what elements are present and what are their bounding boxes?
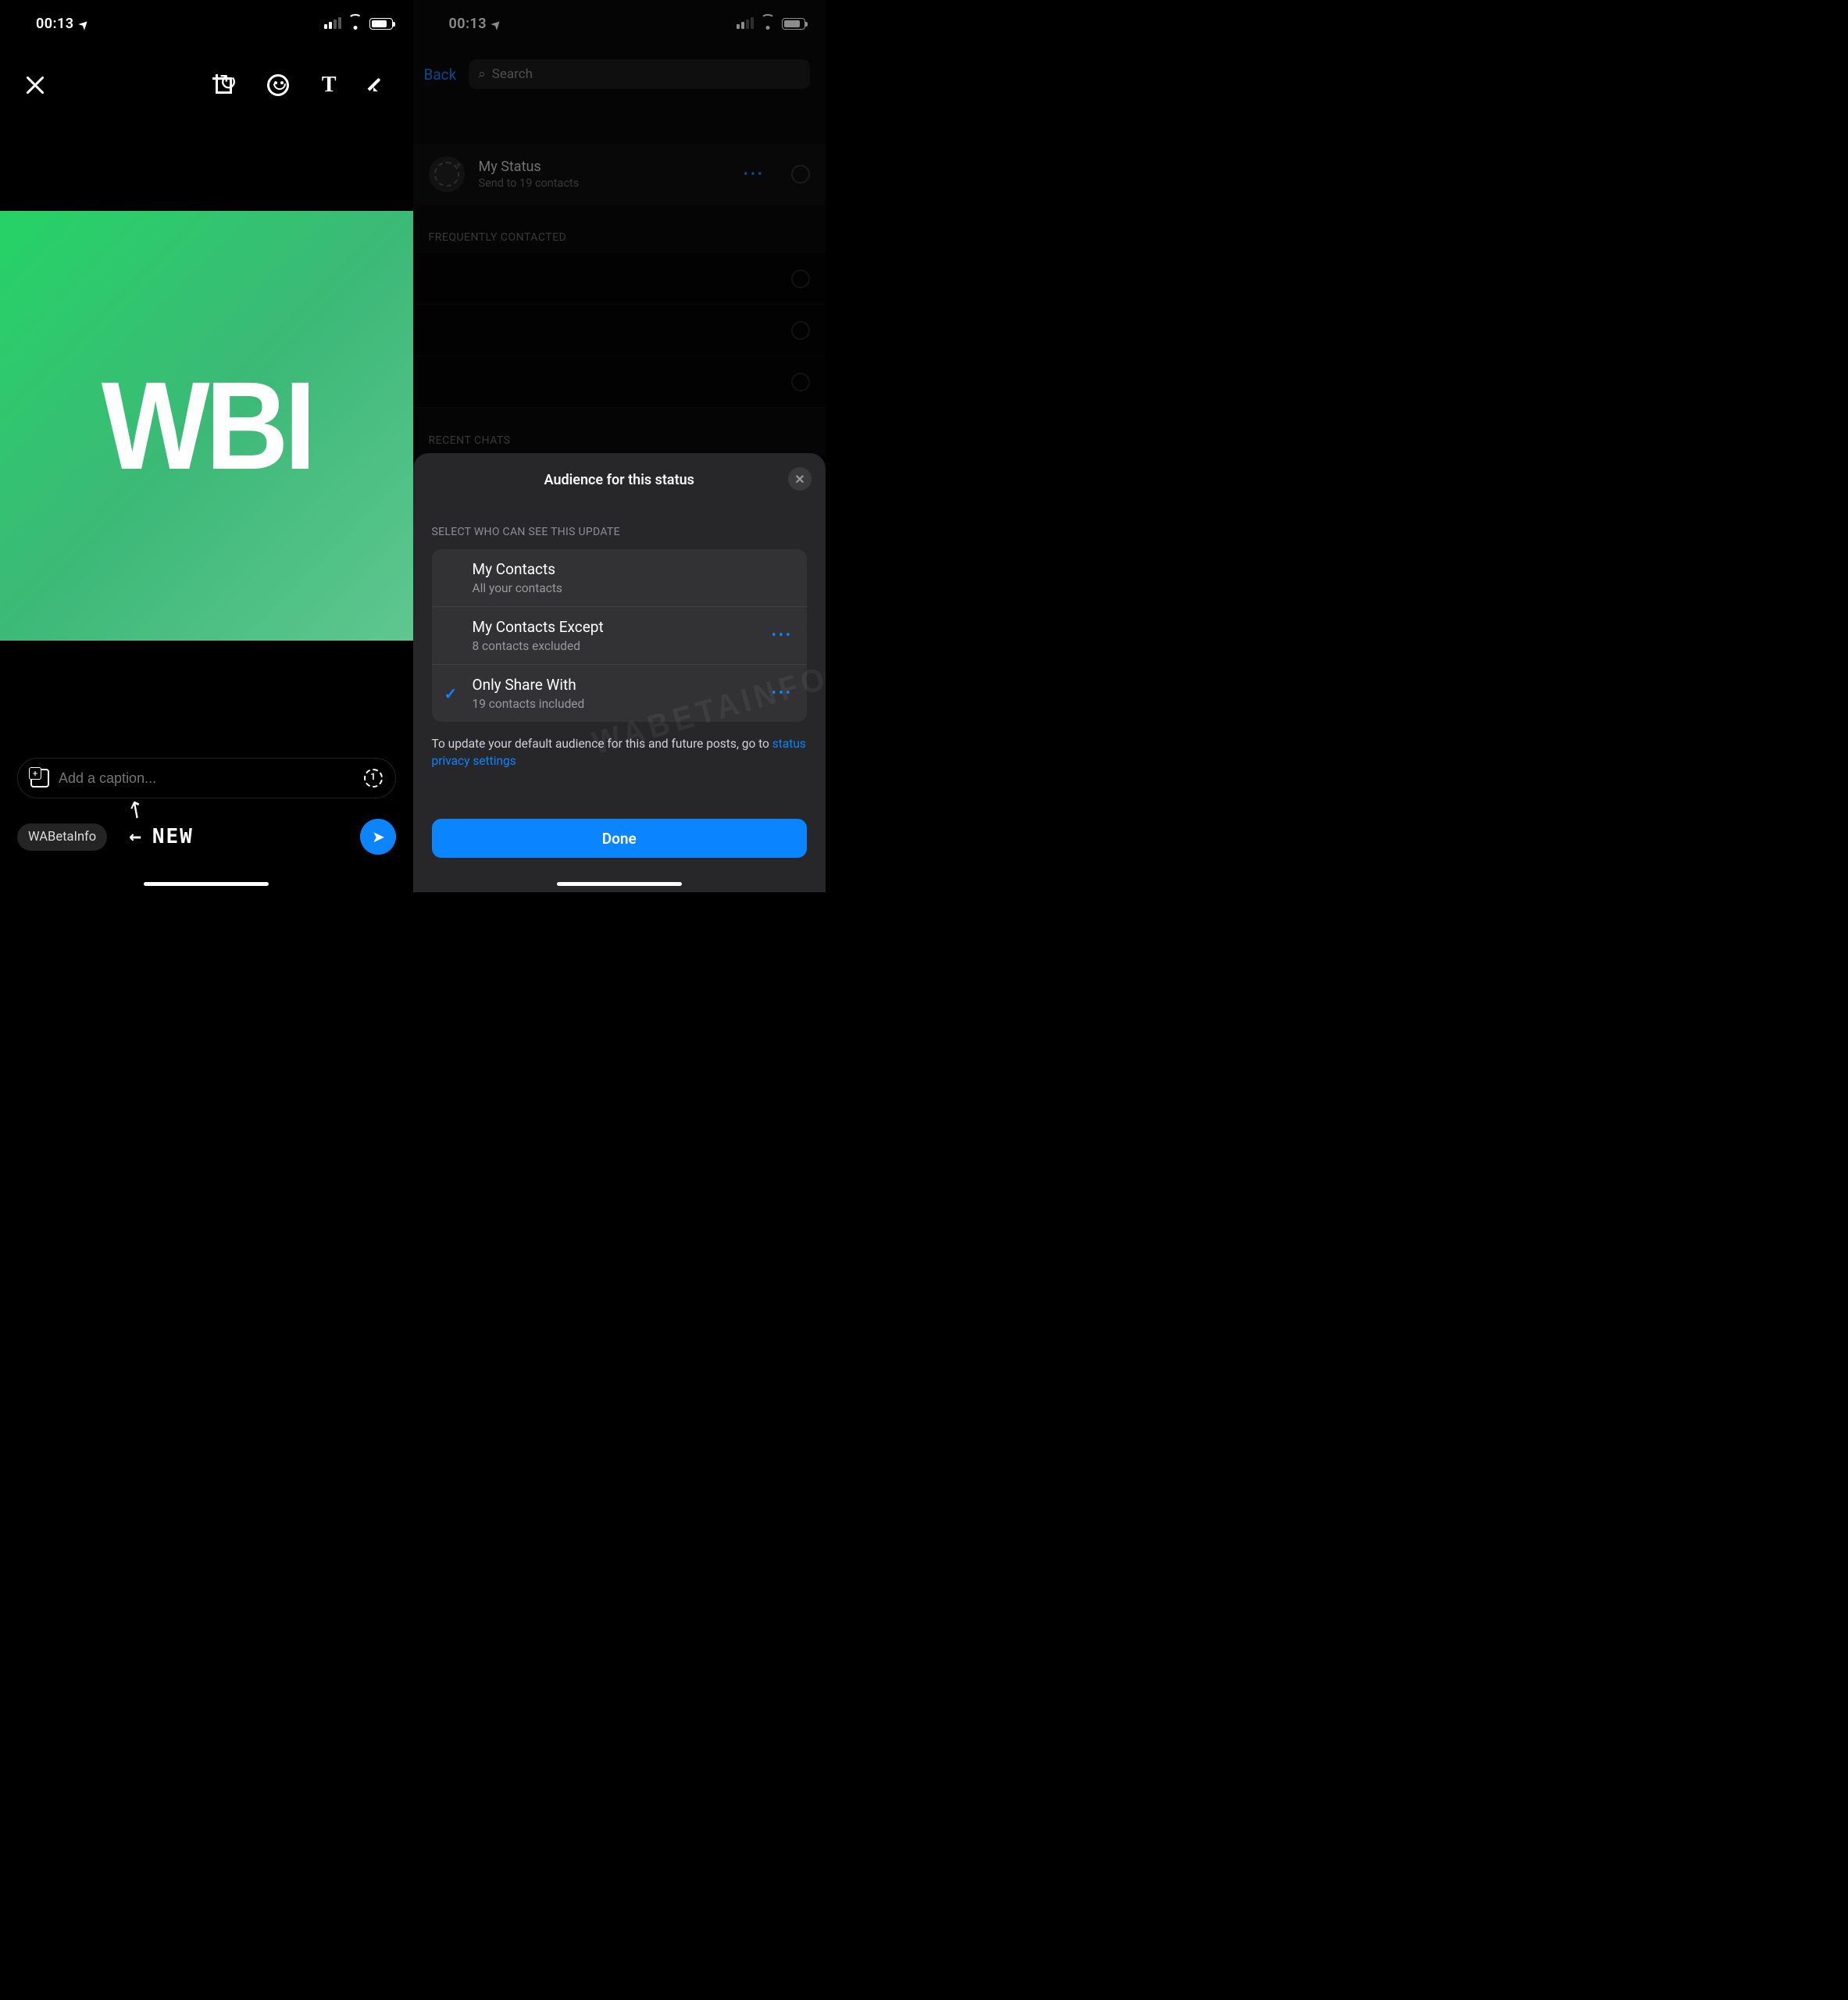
done-button[interactable]: Done: [432, 819, 808, 858]
annotation-arrow-icon: [128, 798, 144, 820]
close-icon[interactable]: ✕: [788, 467, 812, 491]
cellular-icon: [324, 18, 341, 29]
sheet-section-label: SELECT WHO CAN SEE THIS UPDATE: [432, 526, 808, 538]
caption-bar[interactable]: [17, 758, 396, 798]
option-my-contacts-except[interactable]: My Contacts Except 8 contacts excluded •…: [432, 607, 808, 665]
status-bar: 00:13: [0, 0, 413, 36]
time: 00:13: [36, 16, 74, 32]
battery-icon: [369, 18, 393, 30]
crop-rotate-icon[interactable]: ↻: [212, 74, 234, 96]
send-button[interactable]: [360, 819, 396, 855]
audience-chip[interactable]: WABetaInfo: [17, 823, 107, 851]
option-only-share-with[interactable]: ✓ Only Share With 19 contacts included •…: [432, 665, 808, 722]
view-once-icon[interactable]: [364, 769, 383, 788]
more-icon[interactable]: •••: [772, 627, 793, 644]
image-preview[interactable]: WBI: [0, 211, 413, 641]
caption-input[interactable]: [59, 770, 355, 787]
editor-toolbar: ↻ T: [0, 36, 413, 106]
audience-sheet: Audience for this status ✕ SELECT WHO CA…: [413, 453, 826, 892]
sheet-note: To update your default audience for this…: [432, 736, 808, 770]
audience-picker-screen: 00:13 Back ⌕ Search My Status Send to 19…: [413, 0, 826, 892]
sheet-title: Audience for this status: [432, 472, 808, 488]
new-annotation: NEW: [129, 825, 194, 848]
option-my-contacts[interactable]: My Contacts All your contacts: [432, 549, 808, 607]
add-image-icon[interactable]: [30, 769, 49, 788]
home-indicator[interactable]: [557, 882, 682, 886]
home-indicator[interactable]: [144, 882, 269, 886]
location-icon: [79, 16, 89, 32]
status-editor-screen: 00:13 ↻ T WBI WABetaInfo NEW: [0, 0, 413, 892]
close-button[interactable]: [23, 73, 47, 97]
audience-options: My Contacts All your contacts My Contact…: [432, 549, 808, 722]
sticker-icon[interactable]: [267, 74, 289, 96]
text-tool-icon[interactable]: T: [322, 73, 337, 98]
draw-tool-icon[interactable]: [369, 75, 390, 95]
preview-content: WBI: [101, 354, 312, 498]
wifi-icon: [348, 17, 363, 30]
checkmark-icon: ✓: [444, 684, 458, 703]
more-icon[interactable]: •••: [772, 685, 793, 702]
